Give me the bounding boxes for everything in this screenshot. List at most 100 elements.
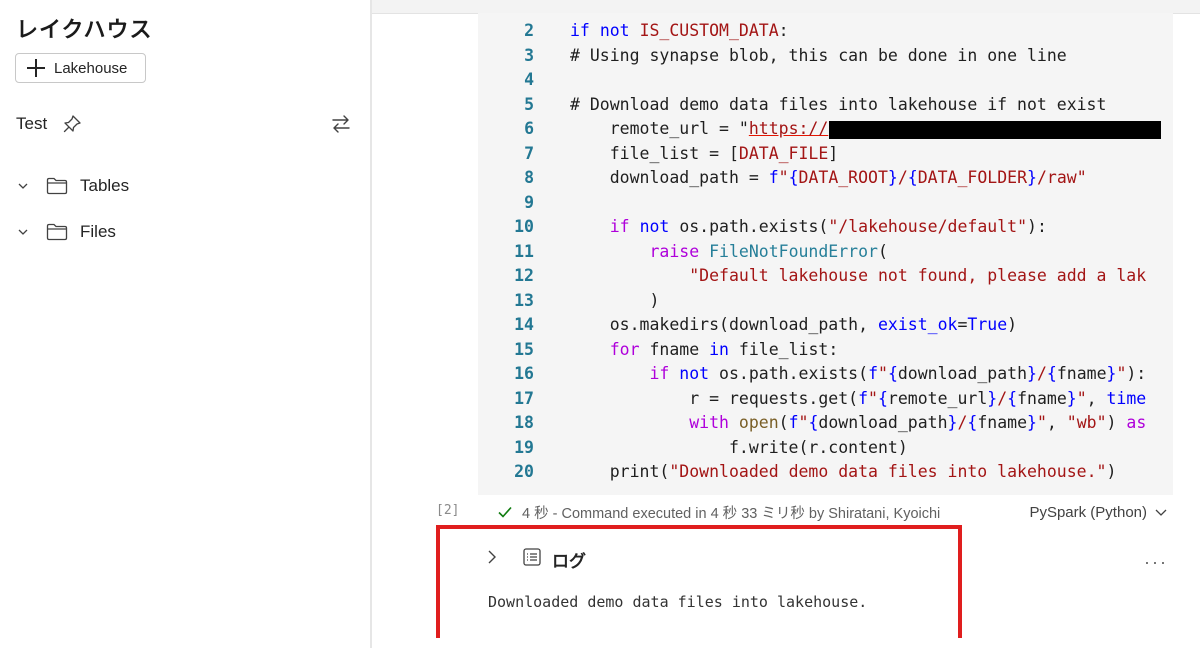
code-token: "wb" (1066, 413, 1107, 432)
code-token: { (967, 413, 978, 432)
code-token: " (1076, 388, 1087, 408)
code-token: # Using synapse blob, this can be done i… (570, 45, 1067, 65)
switch-lakehouse-icon[interactable] (330, 113, 352, 135)
code-line[interactable]: 6 remote_url = "https:// (478, 117, 1162, 141)
line-number: 3 (524, 45, 534, 65)
code-token: f.write(r.content) (728, 437, 908, 457)
line-number: 12 (514, 266, 534, 285)
code-token: f (868, 364, 878, 383)
code-line[interactable]: 20 print("Downloaded demo data files int… (478, 460, 1116, 484)
code-token: True (967, 315, 1008, 334)
chevron-right-icon[interactable] (484, 548, 500, 566)
code-token: " (1116, 364, 1127, 383)
code-token: / (1036, 364, 1047, 383)
code-line[interactable]: 2 if not IS_CUSTOM_DATA: (478, 19, 789, 43)
code-token: { (788, 168, 799, 187)
code-token: " (878, 364, 888, 383)
code-token: , (1086, 388, 1107, 408)
code-token: " (778, 168, 789, 187)
code-cell-editor[interactable]: 2 if not IS_CUSTOM_DATA: 3 # Using synapse … (478, 13, 1173, 495)
line-number: 15 (514, 339, 534, 359)
code-line[interactable]: 13 ) (478, 289, 659, 313)
code-token: time (1106, 388, 1147, 408)
tree-item-tables[interactable]: Tables (16, 174, 129, 198)
line-number: 14 (514, 315, 534, 334)
code-token: / (957, 413, 968, 432)
code-token: # Download demo data files into lakehous… (570, 94, 1107, 114)
code-token: fname (649, 339, 710, 359)
code-token: exist_ok (877, 315, 958, 334)
check-icon (498, 506, 512, 518)
code-token: ) (1007, 315, 1018, 334)
code-token: remote_url = " (609, 119, 749, 138)
more-options-icon[interactable]: ··· (1144, 552, 1168, 573)
code-token: os.path.exists( (719, 364, 869, 383)
log-list-icon (523, 548, 541, 566)
chevron-down-icon[interactable] (1153, 504, 1169, 520)
code-line[interactable]: 12 "Default lakehouse not found, please … (478, 264, 1146, 288)
line-number: 4 (524, 70, 534, 89)
code-token: } (1027, 168, 1037, 187)
code-token: file_list: (738, 339, 839, 359)
lakehouse-name[interactable]: Test (16, 114, 47, 134)
line-number: 6 (524, 119, 534, 138)
code-line[interactable]: 19 f.write(r.content) (478, 436, 908, 460)
output-title: ログ (552, 552, 586, 571)
code-token: if (649, 364, 680, 383)
cell-output-highlight: ログ Downloaded demo data files into lakeh… (436, 525, 962, 638)
code-token: remote_url (887, 388, 988, 408)
code-token: } (887, 168, 898, 187)
code-line[interactable]: 11 raise FileNotFoundError( (478, 240, 888, 264)
code-line[interactable]: 3 # Using synapse blob, this can be done … (478, 44, 1067, 68)
line-number: 9 (524, 192, 534, 212)
code-token: " (798, 413, 809, 432)
code-token: { (877, 388, 888, 408)
tree-item-label: Tables (80, 176, 130, 195)
tree-item-files[interactable]: Files (16, 220, 116, 244)
code-line[interactable]: 15 for fname in file_list: (478, 338, 838, 362)
line-number: 19 (514, 437, 534, 457)
code-token: : (778, 21, 789, 40)
code-token: , (1046, 413, 1067, 432)
code-token: os.makedirs(download_path, (609, 315, 878, 334)
code-token: ) (1106, 462, 1117, 481)
code-token: with (689, 413, 739, 432)
line-number: 11 (514, 241, 534, 261)
chevron-down-icon[interactable] (16, 225, 30, 239)
code-token: } (1066, 388, 1077, 408)
code-token: } (947, 413, 958, 432)
code-token: "Downloaded demo data files into lakehou… (669, 462, 1107, 481)
code-line[interactable]: 16 if not os.path.exists(f"{download_pat… (478, 362, 1146, 386)
code-line[interactable]: 10 if not os.path.exists("/lakehouse/def… (478, 215, 1047, 239)
line-number: 13 (514, 290, 534, 310)
code-token: r = requests.get( (689, 388, 859, 408)
code-token: if (609, 217, 640, 236)
code-line[interactable]: 8 download_path = f"{DATA_ROOT}/{DATA_FO… (478, 166, 1087, 190)
code-line[interactable]: 14 os.makedirs(download_path, exist_ok=T… (478, 313, 1017, 337)
output-log-text: Downloaded demo data files into lakehous… (488, 593, 868, 611)
previous-cell-edge (372, 0, 1200, 14)
language-selector[interactable]: PySpark (Python) (1029, 504, 1147, 521)
code-token: { (907, 168, 918, 187)
chevron-down-icon[interactable] (16, 179, 30, 193)
code-line[interactable]: 4 (478, 68, 570, 92)
code-token: f (858, 388, 869, 408)
code-line[interactable]: 17 r = requests.get(f"{remote_url}/{fnam… (478, 387, 1146, 411)
tree-item-label: Files (80, 222, 116, 241)
add-lakehouse-button[interactable]: Lakehouse (15, 53, 146, 83)
code-line[interactable]: 5 # Download demo data files into lakehou… (478, 93, 1106, 117)
code-line[interactable]: 18 with open(f"{download_path}/{fname}",… (478, 411, 1146, 435)
code-line[interactable]: 9 (478, 191, 570, 215)
code-token: ( (877, 241, 888, 261)
code-token: FileNotFoundError (709, 241, 878, 261)
code-line[interactable]: 7 file_list = [DATA_FILE] (478, 142, 838, 166)
line-number: 18 (514, 413, 534, 432)
pin-icon[interactable] (62, 114, 82, 134)
code-token: file_list = [ (609, 143, 739, 163)
